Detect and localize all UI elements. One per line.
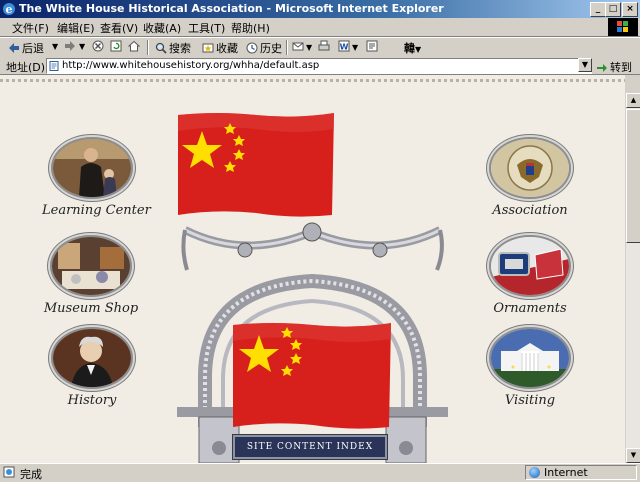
back-label: 后退 <box>22 42 44 55</box>
refresh-button[interactable] <box>110 40 124 53</box>
word-icon: W <box>338 40 350 52</box>
menu-help[interactable]: 帮助(H) <box>231 20 270 36</box>
ime-button[interactable]: 韓▼ <box>404 40 421 56</box>
minimize-button[interactable]: _ <box>590 2 606 17</box>
status-text: 完成 <box>20 468 42 481</box>
mail-button[interactable]: ▼ <box>292 40 312 53</box>
windows-logo-icon <box>608 18 638 36</box>
address-label: 地址(D) <box>6 61 46 74</box>
visiting-image <box>489 327 571 389</box>
security-zone: Internet <box>525 465 637 480</box>
go-button[interactable]: 转到 <box>596 59 632 75</box>
status-bar: 完成 Internet <box>0 463 640 481</box>
maximize-button[interactable]: □ <box>605 2 621 17</box>
refresh-icon <box>110 40 122 52</box>
nav-association[interactable]: Association <box>480 137 580 218</box>
arrow-right-icon <box>65 41 75 51</box>
association-image <box>489 137 571 199</box>
menu-file[interactable]: 文件(F) <box>12 20 49 36</box>
menu-tools[interactable]: 工具(T) <box>188 20 225 36</box>
svg-text:e: e <box>6 3 13 16</box>
menu-favorites[interactable]: 收藏(A) <box>143 20 181 36</box>
discuss-icon <box>366 40 378 52</box>
search-button[interactable]: 搜索 <box>155 40 191 56</box>
back-button[interactable]: 后退 <box>8 40 44 56</box>
nav-learning-center[interactable]: Learning Center <box>42 137 151 218</box>
ornaments-image <box>489 235 571 297</box>
globe-icon <box>529 467 540 478</box>
history-button[interactable]: 历史 <box>246 40 282 56</box>
back-dropdown[interactable]: ▼ <box>52 42 58 51</box>
home-icon <box>128 40 140 52</box>
title-bar: e The White House Historical Association… <box>0 0 640 18</box>
arrow-left-icon <box>9 43 19 53</box>
flag-image-bottom <box>233 323 391 429</box>
favorites-label: 收藏 <box>216 42 238 55</box>
ime-label: 韓 <box>404 42 415 55</box>
scroll-down-button[interactable]: ▼ <box>626 448 640 463</box>
toolbar: 后退 ▼ ▼ 搜索 收藏 历史 ▼ W ▼ 韓▼ <box>0 37 640 58</box>
menu-view[interactable]: 查看(V) <box>100 20 138 36</box>
nav-association-label: Association <box>492 203 568 218</box>
menu-bar: 文件(F) 编辑(E) 查看(V) 收藏(A) 工具(T) 帮助(H) <box>0 18 640 37</box>
stop-button[interactable] <box>92 40 106 53</box>
learning-center-image <box>51 137 133 199</box>
window-title: The White House Historical Association -… <box>19 2 444 15</box>
vertical-scrollbar[interactable]: ▲ ▼ <box>625 93 640 463</box>
print-button[interactable] <box>318 40 332 53</box>
history-image <box>51 327 133 389</box>
museum-shop-image <box>50 235 132 297</box>
nav-ornaments[interactable]: Ornaments <box>480 235 580 316</box>
search-icon <box>155 42 167 54</box>
zone-label: Internet <box>544 466 588 479</box>
nav-visiting-label: Visiting <box>504 393 556 408</box>
site-content-index-button[interactable]: SITE CONTENT INDEX <box>233 435 387 459</box>
toolbar-separator <box>147 40 149 55</box>
history-label: 历史 <box>260 42 282 55</box>
flag-image-top <box>178 113 334 217</box>
search-label: 搜索 <box>169 42 191 55</box>
ie-logo-icon: e <box>3 3 15 16</box>
scroll-up-button[interactable]: ▲ <box>626 93 640 108</box>
scroll-thumb[interactable] <box>626 109 640 243</box>
page-content: Learning Center Museum Shop History Asso… <box>0 75 625 463</box>
nav-learning-center-label: Learning Center <box>42 203 151 218</box>
page-top-border <box>0 79 625 82</box>
toolbar-separator <box>286 40 288 55</box>
address-bar: 地址(D) http://www.whitehousehistory.org/w… <box>0 57 640 75</box>
page-done-icon <box>3 466 15 478</box>
go-arrow-icon <box>597 64 607 72</box>
go-label: 转到 <box>610 61 632 74</box>
nav-visiting[interactable]: Visiting <box>480 327 580 408</box>
forward-dropdown[interactable]: ▼ <box>79 42 85 51</box>
forward-button[interactable] <box>64 40 78 53</box>
nav-museum-shop[interactable]: Museum Shop <box>40 235 142 316</box>
history-icon <box>246 42 258 54</box>
home-button[interactable] <box>128 40 142 53</box>
favorites-icon <box>202 43 214 53</box>
address-input[interactable]: http://www.whitehousehistory.org/whha/de… <box>46 58 592 74</box>
nav-history[interactable]: History <box>42 327 142 408</box>
print-icon <box>318 40 330 51</box>
favorites-button[interactable]: 收藏 <box>202 40 238 56</box>
discuss-button[interactable] <box>366 40 380 53</box>
nav-museum-shop-label: Museum Shop <box>43 301 139 316</box>
close-button[interactable]: × <box>622 2 638 17</box>
edit-button[interactable]: W ▼ <box>338 40 358 53</box>
mail-icon <box>292 42 304 51</box>
menu-edit[interactable]: 编辑(E) <box>57 20 95 36</box>
svg-text:W: W <box>340 43 349 52</box>
address-url: http://www.whitehousehistory.org/whha/de… <box>62 60 320 71</box>
address-dropdown[interactable]: ▼ <box>578 58 592 72</box>
page-icon <box>49 61 59 71</box>
stop-icon <box>92 40 104 52</box>
nav-ornaments-label: Ornaments <box>493 301 567 316</box>
nav-history-label: History <box>67 393 117 408</box>
